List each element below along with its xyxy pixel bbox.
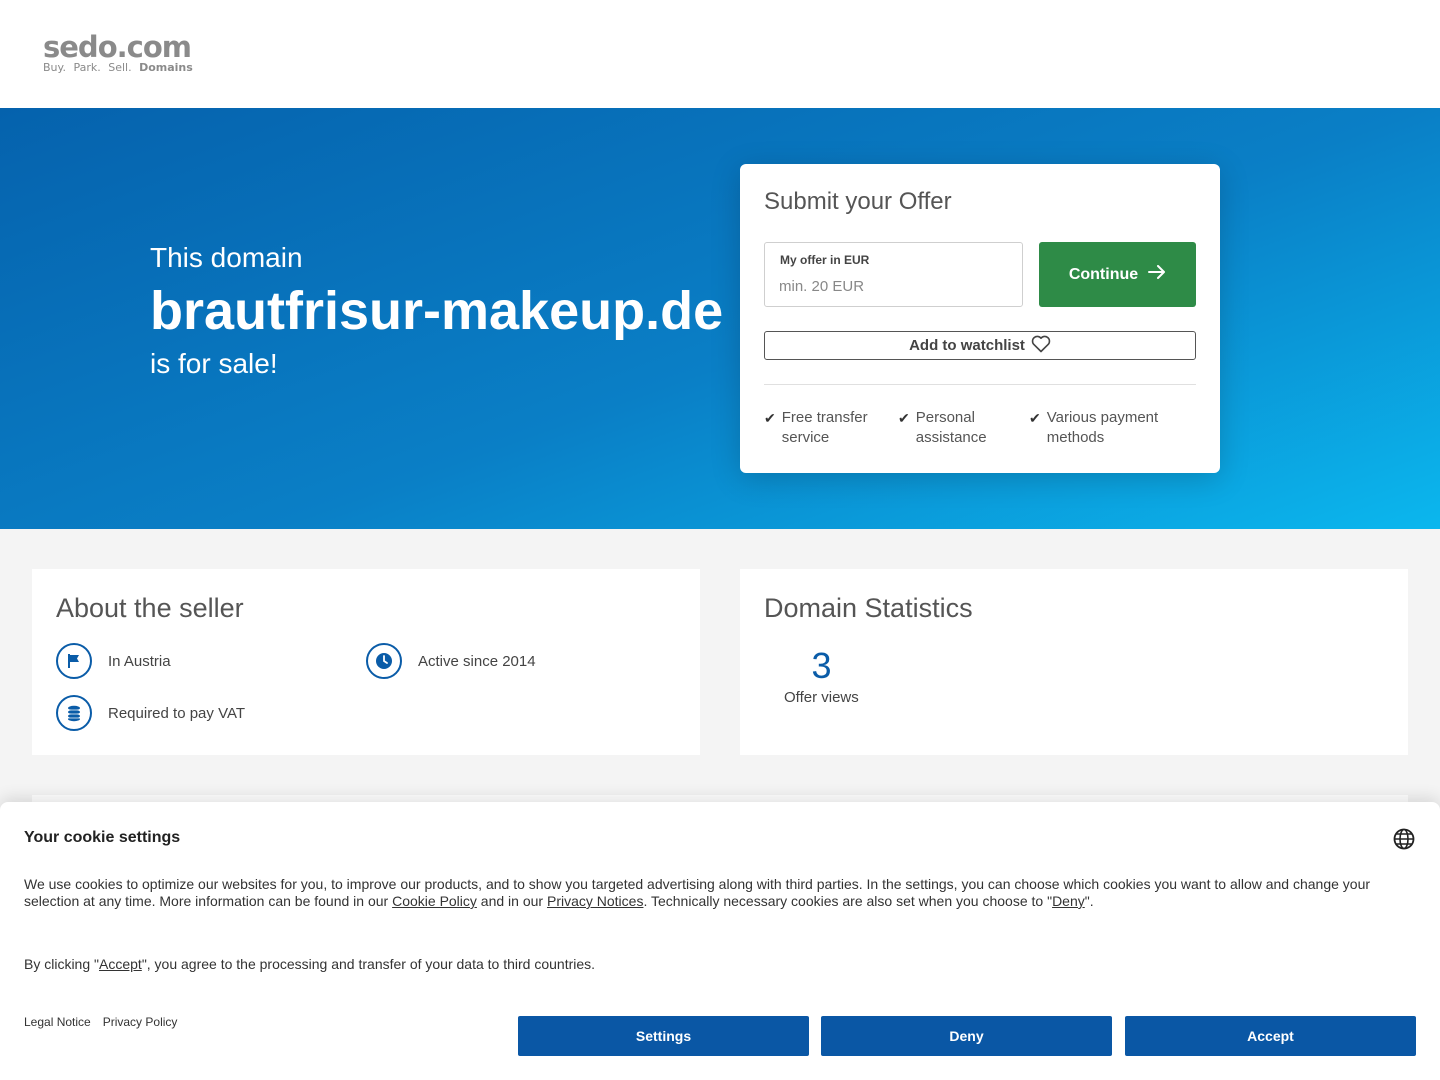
about-seller-card: About the seller In Austria Active since… — [32, 569, 700, 755]
offer-card: Submit your Offer My offer in EUR Contin… — [740, 164, 1220, 473]
hero-intro: This domain — [150, 242, 303, 273]
add-to-watchlist-button[interactable]: Add to watchlist — [764, 331, 1196, 360]
seller-vat: Required to pay VAT — [56, 695, 245, 731]
check-icon: ✔ — [898, 410, 910, 426]
check-icon: ✔ — [1029, 410, 1041, 426]
privacy-notices-link[interactable]: Privacy Notices — [547, 893, 643, 909]
offer-input-field[interactable]: My offer in EUR — [764, 242, 1023, 307]
domain-statistics-card: Domain Statistics 3 Offer views — [740, 569, 1408, 755]
offer-views-count: 3 — [811, 645, 832, 686]
cookie-accept-button[interactable]: Accept — [1125, 1016, 1416, 1056]
cookie-policy-link[interactable]: Cookie Policy — [392, 893, 477, 909]
clock-icon — [366, 643, 402, 679]
feature-personal-assistance: ✔ Personal assistance — [898, 409, 987, 446]
sedo-logo[interactable]: sedo.com Buy. Park. Sell. Domains — [43, 32, 193, 74]
seller-active-since: Active since 2014 — [366, 643, 536, 679]
cookie-title: Your cookie settings — [24, 829, 181, 846]
seller-location-label: In Austria — [108, 652, 171, 670]
hero-for-sale: is for sale! — [150, 348, 278, 379]
offer-input-label: My offer in EUR — [780, 253, 870, 267]
cookie-settings-button[interactable]: Settings — [518, 1016, 809, 1056]
watchlist-label: Add to watchlist — [909, 337, 1025, 354]
cookie-banner: Your cookie settings We use cookies to o… — [0, 802, 1440, 1080]
legal-notice-link[interactable]: Legal Notice — [24, 1015, 91, 1029]
offer-divider — [764, 384, 1196, 385]
deny-inline-link[interactable]: Deny — [1052, 893, 1085, 909]
seller-active-since-label: Active since 2014 — [418, 652, 536, 670]
cookie-deny-button[interactable]: Deny — [821, 1016, 1112, 1056]
cookie-footer-links: Legal Notice Privacy Policy — [24, 1015, 177, 1029]
continue-label: Continue — [1068, 265, 1139, 283]
hero-text: This domain brautfrisur-makeup.de is for… — [150, 240, 723, 382]
heart-icon — [1031, 335, 1051, 357]
logo-tagline: Buy. Park. Sell. Domains — [43, 61, 193, 74]
domain-name: brautfrisur-makeup.de — [150, 281, 724, 341]
logo-wordmark: sedo.com — [43, 30, 192, 64]
flag-icon — [56, 643, 92, 679]
offer-title: Submit your Offer — [764, 188, 952, 215]
check-icon: ✔ — [764, 410, 776, 426]
privacy-policy-link[interactable]: Privacy Policy — [103, 1015, 178, 1029]
seller-location: In Austria — [56, 643, 171, 679]
arrow-right-icon — [1148, 265, 1166, 284]
globe-icon[interactable] — [1393, 828, 1415, 855]
cookie-description: We use cookies to optimize our websites … — [24, 876, 1371, 909]
hero-banner: This domain brautfrisur-makeup.de is for… — [0, 108, 1440, 529]
domain-statistics-title: Domain Statistics — [764, 593, 973, 623]
cookie-consent-note: By clicking "Accept", you agree to the p… — [24, 956, 596, 972]
continue-button[interactable]: Continue — [1039, 242, 1196, 307]
offer-input[interactable] — [779, 275, 1004, 297]
coins-icon — [56, 695, 92, 731]
accept-inline-link[interactable]: Accept — [99, 956, 142, 972]
feature-free-transfer: ✔ Free transfer service — [764, 409, 868, 446]
seller-vat-label: Required to pay VAT — [108, 704, 246, 722]
offer-views-label: Offer views — [784, 689, 859, 706]
about-seller-title: About the seller — [56, 593, 244, 623]
feature-payment-methods: ✔ Various payment methods — [1029, 409, 1159, 446]
site-header: sedo.com Buy. Park. Sell. Domains — [0, 0, 1440, 108]
